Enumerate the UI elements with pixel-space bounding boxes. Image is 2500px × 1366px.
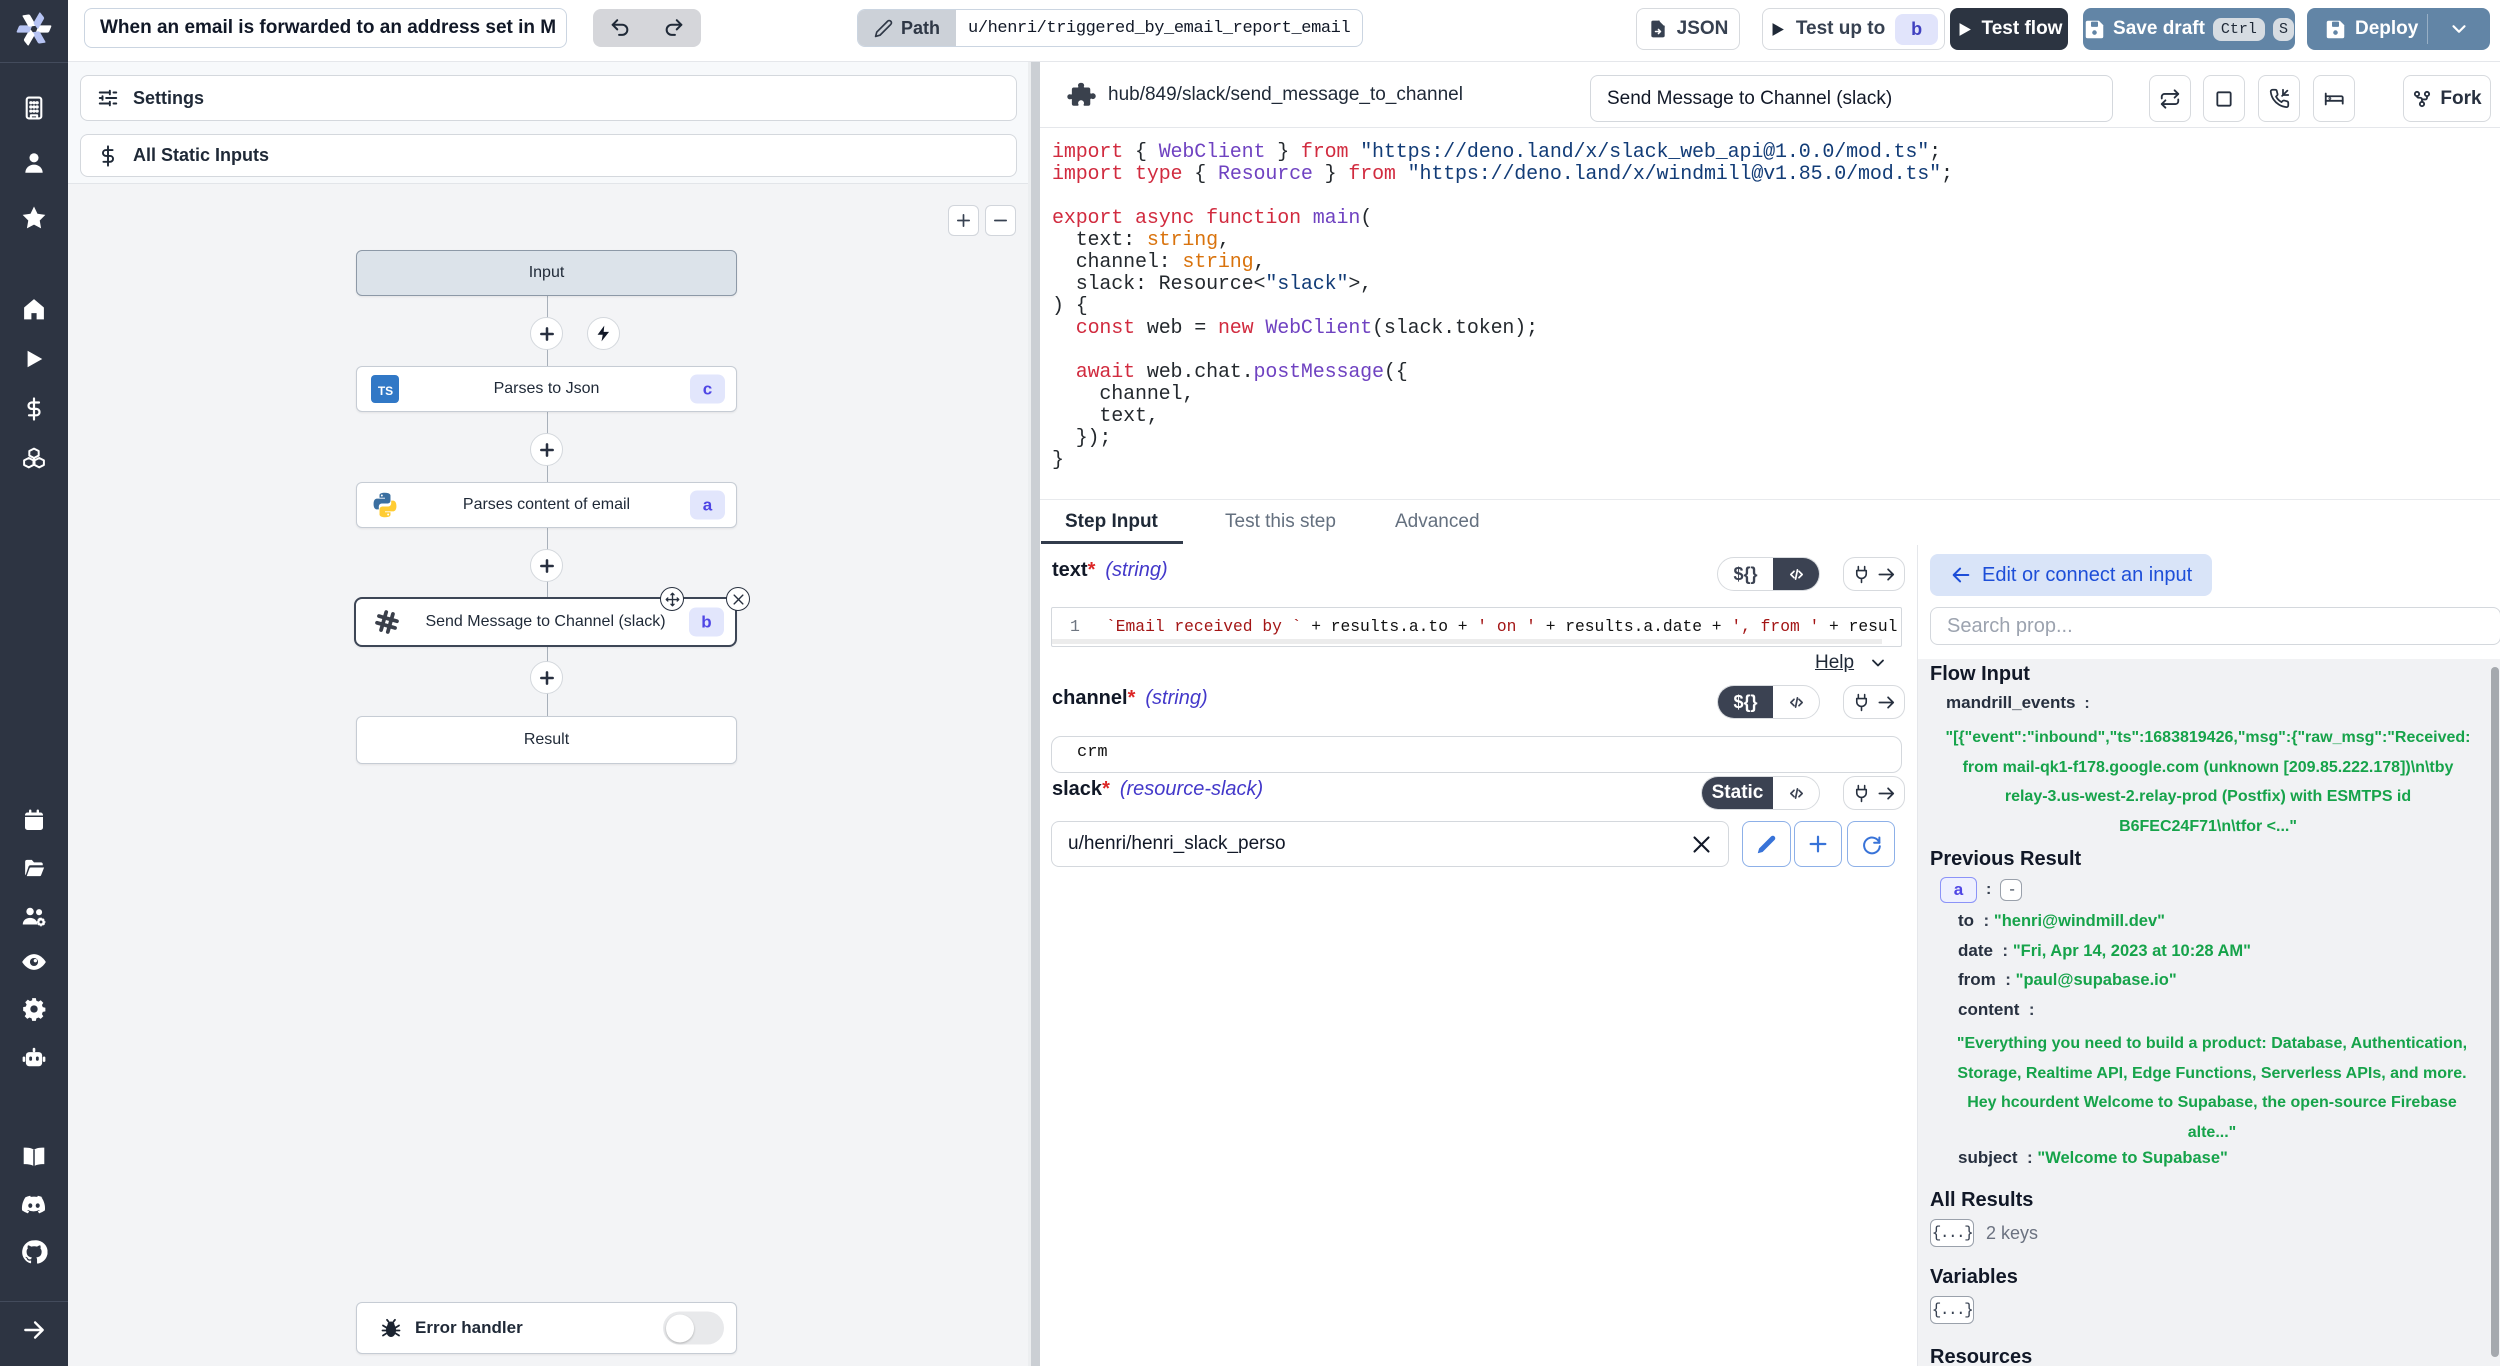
svg-text:TS: TS	[378, 384, 393, 398]
